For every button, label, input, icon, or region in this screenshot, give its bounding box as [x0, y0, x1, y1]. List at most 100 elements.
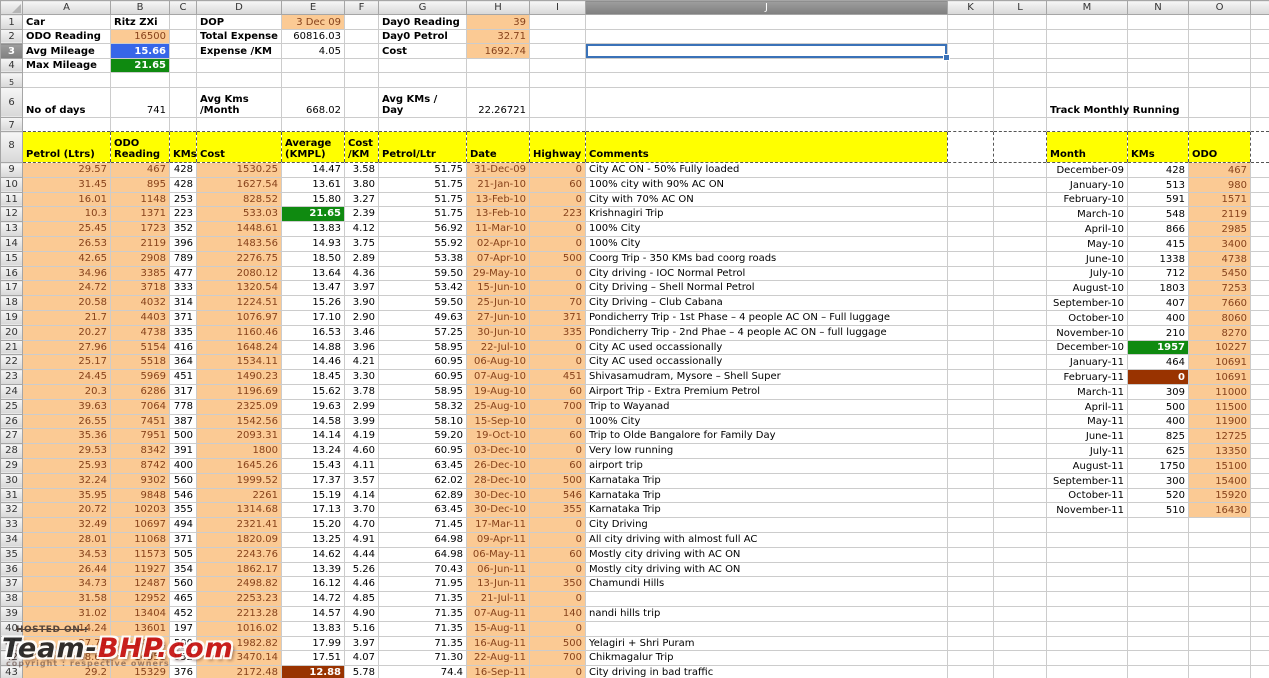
- row-header-19[interactable]: 19: [1, 310, 23, 325]
- cell-G19-petrol-per-ltr[interactable]: 49.63: [379, 310, 467, 325]
- cell-C41-kms[interactable]: 500: [170, 636, 197, 651]
- cell-B32-odo-reading[interactable]: 10203: [111, 503, 170, 518]
- row-header-27[interactable]: 27: [1, 429, 23, 444]
- cell-B12-odo-reading[interactable]: 1371: [111, 207, 170, 222]
- cell-C13-kms[interactable]: 352: [170, 222, 197, 237]
- cell-D19-cost[interactable]: 1076.97: [197, 310, 282, 325]
- row-header-31[interactable]: 31: [1, 488, 23, 503]
- cell-F24-cost-per-km[interactable]: 3.78: [345, 384, 379, 399]
- cell-M20-month[interactable]: November-10: [1047, 325, 1128, 340]
- cell-F34-cost-per-km[interactable]: 4.91: [345, 532, 379, 547]
- cell-O20-monthly-odo[interactable]: 8270: [1189, 325, 1251, 340]
- cell-H27-date[interactable]: 19-Oct-10: [467, 429, 530, 444]
- cell-H4[interactable]: [467, 58, 530, 73]
- cell-G41-petrol-per-ltr[interactable]: 71.35: [379, 636, 467, 651]
- cell-K40[interactable]: [948, 621, 994, 636]
- cell-N16-monthly-kms[interactable]: 712: [1128, 266, 1189, 281]
- cell-M39[interactable]: [1047, 606, 1128, 621]
- cell-O3[interactable]: [1189, 44, 1251, 59]
- cell-G6[interactable]: Avg KMs / Day: [379, 87, 467, 117]
- cell-C22-kms[interactable]: 364: [170, 355, 197, 370]
- cell-E26-average[interactable]: 14.58: [282, 414, 345, 429]
- row-header-6[interactable]: 6: [1, 87, 23, 117]
- cell-B4[interactable]: 21.65: [111, 58, 170, 73]
- row-header-26[interactable]: 26: [1, 414, 23, 429]
- cell-C42-kms[interactable]: 852: [170, 651, 197, 666]
- cell-edge-25[interactable]: [1251, 399, 1269, 414]
- row-header-29[interactable]: 29: [1, 458, 23, 473]
- cell-A9-petrol[interactable]: 29.57: [23, 163, 111, 178]
- cell-D9-cost[interactable]: 1530.25: [197, 163, 282, 178]
- row-header-7[interactable]: 7: [1, 117, 23, 132]
- cell-H23-date[interactable]: 07-Aug-10: [467, 370, 530, 385]
- cell-E32-average[interactable]: 17.13: [282, 503, 345, 518]
- cell-M18-month[interactable]: September-10: [1047, 296, 1128, 311]
- cell-N34[interactable]: [1128, 532, 1189, 547]
- cell-O1[interactable]: [1189, 15, 1251, 30]
- cell-D38-cost[interactable]: 2253.23: [197, 592, 282, 607]
- cell-H30-date[interactable]: 28-Dec-10: [467, 473, 530, 488]
- cell-O36[interactable]: [1189, 562, 1251, 577]
- cell-J18-comments[interactable]: City Driving – Club Cabana: [586, 296, 948, 311]
- cell-N42[interactable]: [1128, 651, 1189, 666]
- cell-edge-43[interactable]: [1251, 666, 1269, 678]
- header-cell-monthly-kms[interactable]: KMs: [1128, 132, 1189, 163]
- cell-O11-monthly-odo[interactable]: 1571: [1189, 192, 1251, 207]
- cell-B7[interactable]: [111, 117, 170, 132]
- cell-D3[interactable]: Expense /KM: [197, 44, 282, 59]
- cell-N10-monthly-kms[interactable]: 513: [1128, 177, 1189, 192]
- cell-K22[interactable]: [948, 355, 994, 370]
- cell-A30-petrol[interactable]: 32.24: [23, 473, 111, 488]
- cell-L23[interactable]: [994, 370, 1047, 385]
- column-header-A[interactable]: A: [23, 1, 111, 15]
- cell-D42-cost[interactable]: 3470.14: [197, 651, 282, 666]
- cell-H17-date[interactable]: 15-Jun-10: [467, 281, 530, 296]
- cell-M21-month[interactable]: December-10: [1047, 340, 1128, 355]
- cell-A17-petrol[interactable]: 24.72: [23, 281, 111, 296]
- cell-edge-40[interactable]: [1251, 621, 1269, 636]
- row-header-21[interactable]: 21: [1, 340, 23, 355]
- cell-F26-cost-per-km[interactable]: 3.99: [345, 414, 379, 429]
- cell-H19-date[interactable]: 27-Jun-10: [467, 310, 530, 325]
- cell-G32-petrol-per-ltr[interactable]: 63.45: [379, 503, 467, 518]
- cell-C35-kms[interactable]: 505: [170, 547, 197, 562]
- cell-L39[interactable]: [994, 606, 1047, 621]
- cell-L43[interactable]: [994, 666, 1047, 678]
- cell-K21[interactable]: [948, 340, 994, 355]
- cell-M37[interactable]: [1047, 577, 1128, 592]
- cell-E41-average[interactable]: 17.99: [282, 636, 345, 651]
- cell-G9-petrol-per-ltr[interactable]: 51.75: [379, 163, 467, 178]
- cell-E4[interactable]: [282, 58, 345, 73]
- cell-A21-petrol[interactable]: 27.96: [23, 340, 111, 355]
- cell-A13-petrol[interactable]: 25.45: [23, 222, 111, 237]
- column-header-K[interactable]: K: [948, 1, 994, 15]
- cell-C4[interactable]: [170, 58, 197, 73]
- cell-E6[interactable]: 668.02: [282, 87, 345, 117]
- cell-M43[interactable]: [1047, 666, 1128, 678]
- cell-J1[interactable]: [586, 15, 948, 30]
- cell-M2[interactable]: [1047, 29, 1128, 44]
- cell-B3[interactable]: 15.66: [111, 44, 170, 59]
- cell-C38-kms[interactable]: 465: [170, 592, 197, 607]
- cell-M17-month[interactable]: August-10: [1047, 281, 1128, 296]
- cell-D22-cost[interactable]: 1534.11: [197, 355, 282, 370]
- cell-A33-petrol[interactable]: 32.49: [23, 518, 111, 533]
- cell-G13-petrol-per-ltr[interactable]: 56.92: [379, 222, 467, 237]
- cell-E13-average[interactable]: 13.83: [282, 222, 345, 237]
- cell-K32[interactable]: [948, 503, 994, 518]
- cell-L31[interactable]: [994, 488, 1047, 503]
- cell-B26-odo-reading[interactable]: 7451: [111, 414, 170, 429]
- cell-K14[interactable]: [948, 236, 994, 251]
- cell-M25-month[interactable]: April-11: [1047, 399, 1128, 414]
- cell-I15-highway[interactable]: 500: [530, 251, 586, 266]
- header-cell-odo-reading[interactable]: ODO Reading: [111, 132, 170, 163]
- cell-K27[interactable]: [948, 429, 994, 444]
- cell-B6[interactable]: 741: [111, 87, 170, 117]
- cell-H9-date[interactable]: 31-Dec-09: [467, 163, 530, 178]
- cell-H36-date[interactable]: 06-Jun-11: [467, 562, 530, 577]
- cell-I31-highway[interactable]: 546: [530, 488, 586, 503]
- cell-F23-cost-per-km[interactable]: 3.30: [345, 370, 379, 385]
- cell-J19-comments[interactable]: Pondicherry Trip - 1st Phase – 4 people …: [586, 310, 948, 325]
- cell-A41-petrol[interactable]: 27.79: [23, 636, 111, 651]
- cell-K13[interactable]: [948, 222, 994, 237]
